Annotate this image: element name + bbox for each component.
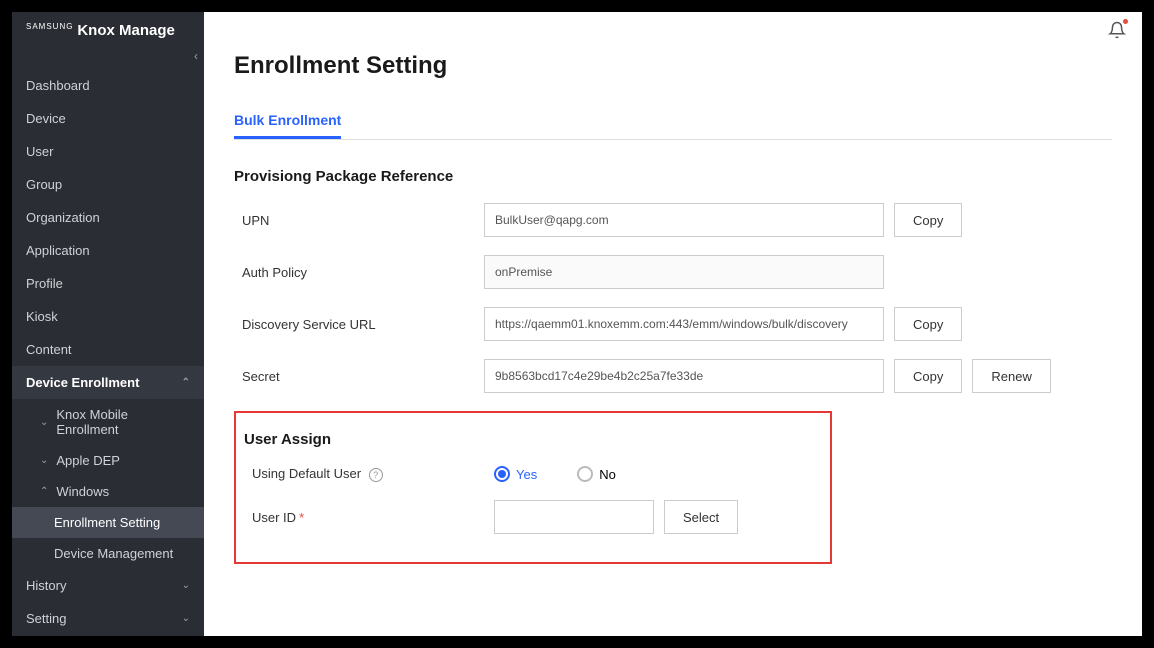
row-upn: UPN Copy xyxy=(234,203,1112,237)
brand-logo: SAMSUNG Knox Manage xyxy=(12,12,204,47)
tabs: Bulk Enrollment xyxy=(234,104,1112,140)
chevron-up-icon: ⌃ xyxy=(182,377,190,388)
row-secret: Secret Copy Renew xyxy=(234,359,1112,393)
copy-discovery-button[interactable]: Copy xyxy=(894,307,962,341)
chevron-down-icon: ⌄ xyxy=(40,455,48,466)
sidebar: SAMSUNG Knox Manage ‹ Dashboard Device U… xyxy=(12,12,204,636)
sidebar-sub2-device-management[interactable]: Device Management xyxy=(12,538,204,569)
input-discovery-url[interactable] xyxy=(484,307,884,341)
content-area: Enrollment Setting Bulk Enrollment Provi… xyxy=(204,52,1142,636)
label-upn: UPN xyxy=(234,213,484,228)
copy-upn-button[interactable]: Copy xyxy=(894,203,962,237)
sidebar-item-user[interactable]: User xyxy=(12,135,204,168)
notification-bell-icon[interactable] xyxy=(1108,21,1126,44)
sidebar-item-setting[interactable]: Setting ⌄ xyxy=(12,602,204,635)
radio-circle-icon xyxy=(577,466,593,482)
sidebar-item-device-enrollment[interactable]: Device Enrollment ⌃ xyxy=(12,366,204,399)
chevron-up-icon: ⌃ xyxy=(40,486,48,497)
chevron-down-icon: ⌄ xyxy=(182,580,190,591)
sidebar-item-kiosk[interactable]: Kiosk xyxy=(12,300,204,333)
sidebar-sub-knox-mobile-enrollment[interactable]: ⌄ Knox Mobile Enrollment xyxy=(12,399,204,445)
sidebar-sub2-enrollment-setting[interactable]: Enrollment Setting xyxy=(12,507,204,538)
input-upn[interactable] xyxy=(484,203,884,237)
brand-name: Knox Manage xyxy=(77,22,175,39)
copy-secret-button[interactable]: Copy xyxy=(894,359,962,393)
sidebar-sub-apple-dep[interactable]: ⌄ Apple DEP xyxy=(12,445,204,476)
radio-circle-icon xyxy=(494,466,510,482)
page-title: Enrollment Setting xyxy=(234,52,1112,80)
input-user-id[interactable] xyxy=(494,500,654,534)
label-discovery-url: Discovery Service URL xyxy=(234,317,484,332)
label-secret: Secret xyxy=(234,369,484,384)
sidebar-item-device[interactable]: Device xyxy=(12,102,204,135)
input-secret[interactable] xyxy=(484,359,884,393)
label-user-id: User ID* xyxy=(244,510,494,525)
section-user-assign-title: User Assign xyxy=(244,431,822,448)
sidebar-item-content[interactable]: Content xyxy=(12,333,204,366)
row-user-id: User ID* Select xyxy=(244,500,822,534)
app-frame: SAMSUNG Knox Manage ‹ Dashboard Device U… xyxy=(12,12,1142,636)
input-auth-policy[interactable] xyxy=(484,255,884,289)
row-discovery-url: Discovery Service URL Copy xyxy=(234,307,1112,341)
sidebar-collapse-row: ‹ xyxy=(12,47,204,69)
section-provisioning-title: Provisiong Package Reference xyxy=(234,168,1112,185)
user-assign-highlight: User Assign Using Default User ? Yes xyxy=(234,411,832,564)
main-panel: Enrollment Setting Bulk Enrollment Provi… xyxy=(204,12,1142,636)
tab-bulk-enrollment[interactable]: Bulk Enrollment xyxy=(234,104,341,139)
radio-group-default-user: Yes No xyxy=(494,466,616,482)
sidebar-item-group[interactable]: Group xyxy=(12,168,204,201)
sidebar-item-organization[interactable]: Organization xyxy=(12,201,204,234)
select-user-button[interactable]: Select xyxy=(664,500,738,534)
chevron-down-icon: ⌄ xyxy=(40,417,48,428)
topbar xyxy=(204,12,1142,52)
sidebar-nav: Dashboard Device User Group Organization… xyxy=(12,69,204,636)
label-using-default-user: Using Default User ? xyxy=(244,466,494,482)
required-icon: * xyxy=(299,510,304,525)
collapse-sidebar-icon[interactable]: ‹ xyxy=(194,49,198,63)
sidebar-item-history[interactable]: History ⌄ xyxy=(12,569,204,602)
renew-secret-button[interactable]: Renew xyxy=(972,359,1050,393)
row-auth-policy: Auth Policy xyxy=(234,255,1112,289)
row-using-default-user: Using Default User ? Yes No xyxy=(244,466,822,482)
sidebar-item-profile[interactable]: Profile xyxy=(12,267,204,300)
sidebar-item-application[interactable]: Application xyxy=(12,234,204,267)
radio-yes[interactable]: Yes xyxy=(494,466,537,482)
help-icon[interactable]: ? xyxy=(369,468,383,482)
brand-prefix: SAMSUNG xyxy=(26,22,73,31)
label-auth-policy: Auth Policy xyxy=(234,265,484,280)
sidebar-item-dashboard[interactable]: Dashboard xyxy=(12,69,204,102)
chevron-down-icon: ⌄ xyxy=(182,613,190,624)
sidebar-sub-windows[interactable]: ⌃ Windows xyxy=(12,476,204,507)
radio-no[interactable]: No xyxy=(577,466,616,482)
